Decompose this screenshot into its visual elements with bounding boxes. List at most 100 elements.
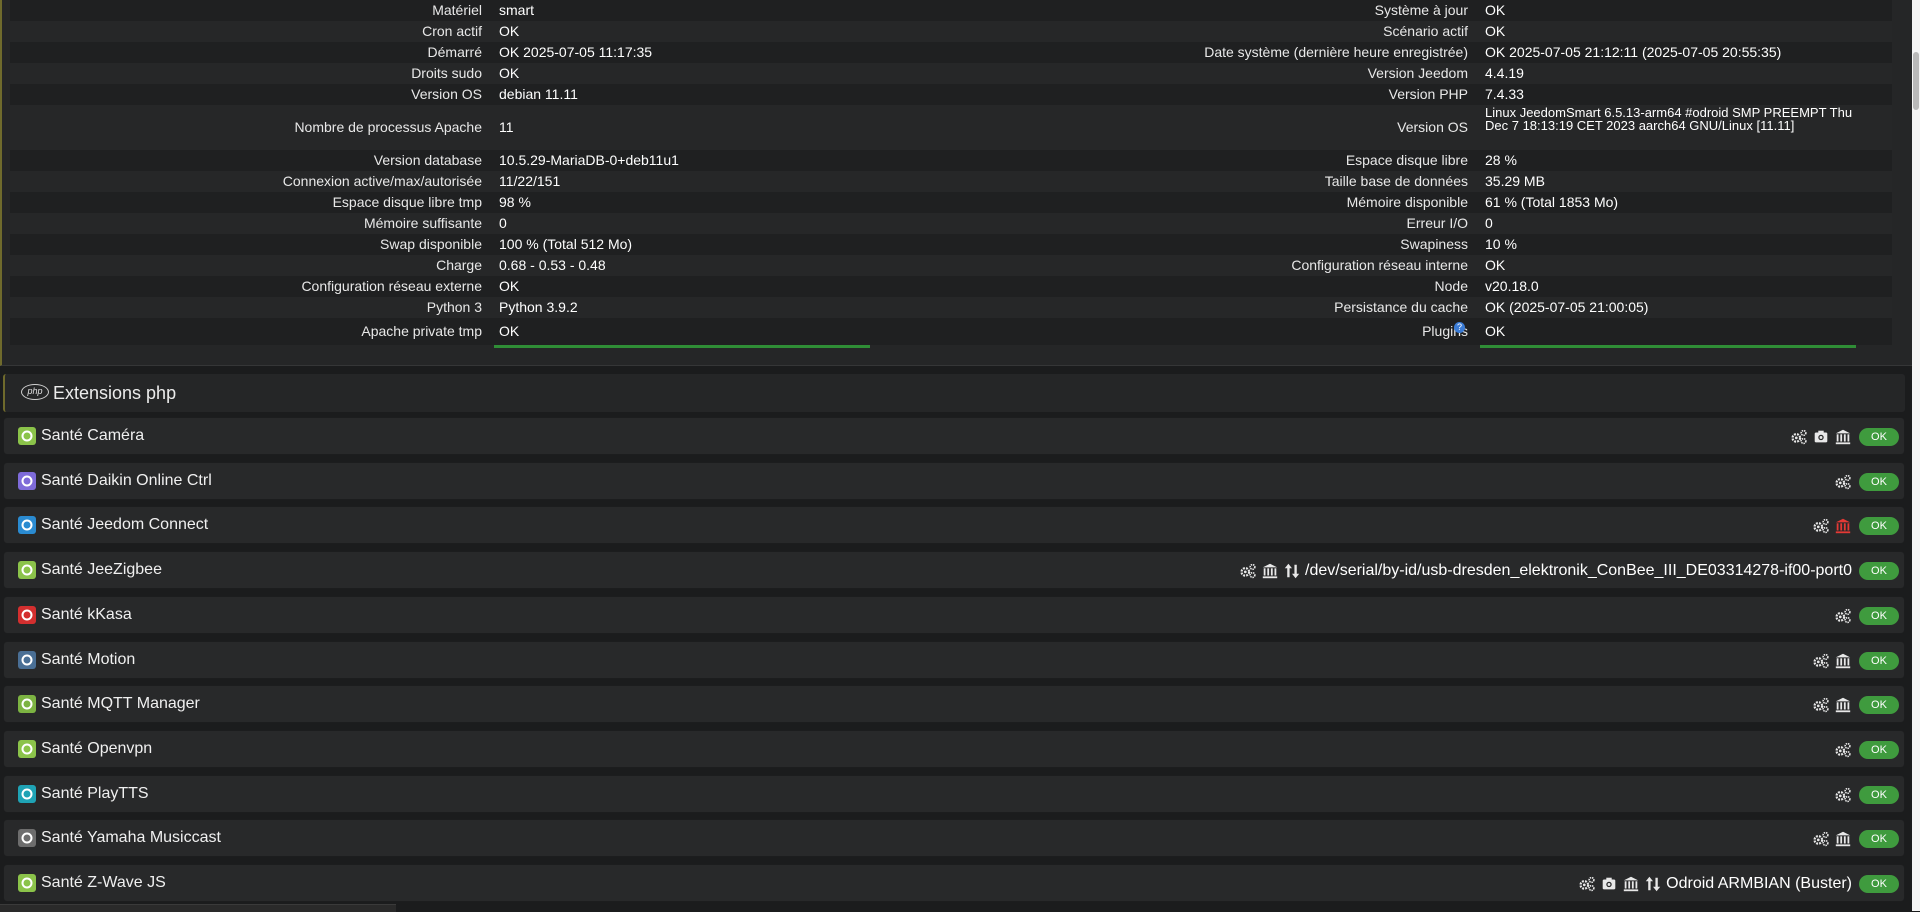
right-row-label: Plugins	[1422, 323, 1468, 339]
right-row-value: OK (2025-07-05 21:00:05)	[1485, 299, 1649, 315]
cogs-icon[interactable]	[1578, 875, 1596, 893]
right-row-label: Persistance du cache	[1334, 299, 1468, 315]
plugin-icon	[18, 785, 36, 803]
status-badge: OK	[1859, 607, 1899, 625]
plugin-icon	[18, 695, 36, 713]
plugin-health-row[interactable]: Santé JeeZigbee/dev/serial/by-id/usb-dre…	[3, 551, 1905, 589]
cogs-icon[interactable]	[1812, 696, 1830, 714]
bank-icon[interactable]	[1834, 652, 1852, 670]
bank-icon[interactable]	[1261, 562, 1279, 580]
plugin-actions	[1834, 784, 1852, 806]
plugin-name: Santé Yamaha Musiccast	[41, 829, 221, 846]
cogs-icon[interactable]	[1812, 830, 1830, 848]
plugin-icon	[18, 651, 36, 669]
right-row-label: Espace disque libre	[1345, 152, 1468, 168]
plugin-actions	[1812, 694, 1852, 716]
scrollbar-thumb[interactable]	[1913, 52, 1919, 110]
bank-icon[interactable]	[1834, 428, 1852, 446]
plugin-health-row[interactable]: Santé MQTT Manager OK	[3, 685, 1905, 723]
plugin-icon	[18, 606, 36, 624]
plugin-name: Santé MQTT Manager	[41, 695, 200, 712]
plugin-icon	[18, 874, 36, 892]
plugin-health-row[interactable]: Santé Jeedom Connect OK	[3, 506, 1905, 544]
cogs-icon[interactable]	[1790, 428, 1808, 446]
cogs-icon[interactable]	[1812, 652, 1830, 670]
plugin-actions	[1790, 426, 1852, 448]
plugin-actions	[1834, 471, 1852, 493]
status-badge: OK	[1859, 428, 1899, 446]
plugin-name: Santé Z-Wave JS	[41, 874, 166, 891]
cogs-icon[interactable]	[1834, 786, 1852, 804]
status-badge: OK	[1859, 517, 1899, 535]
right-row-value: 0	[1485, 215, 1493, 231]
plugin-health-row[interactable]: Santé Openvpn OK	[3, 730, 1905, 768]
bank-icon[interactable]	[1834, 696, 1852, 714]
extensions-php-panel[interactable]: php Extensions php	[3, 374, 1905, 412]
plugin-health-row[interactable]: Santé Daikin Online Ctrl OK	[3, 462, 1905, 500]
status-badge: OK	[1859, 786, 1899, 804]
plugin-icon	[18, 829, 36, 847]
health-table-panel: Matériel smart Cron actif OK Démarré OK 2025-…	[0, 0, 1912, 366]
right-row-label: Version OS	[1397, 119, 1468, 135]
plugin-actions	[1812, 650, 1852, 672]
cogs-icon[interactable]	[1239, 562, 1257, 580]
right-row-value: OK 2025-07-05 21:12:11 (2025-07-05 20:55…	[1485, 44, 1782, 60]
scrollbar-track[interactable]	[1912, 0, 1920, 911]
right-row-label: Configuration réseau interne	[1291, 257, 1468, 273]
extensions-php-title: Extensions php	[53, 383, 177, 403]
php-logo-icon: php	[21, 384, 49, 400]
cogs-icon[interactable]	[1834, 741, 1852, 759]
right-row-value: 4.4.19	[1485, 65, 1524, 81]
right-row-label: Version PHP	[1388, 86, 1468, 102]
plugin-actions	[1812, 828, 1852, 850]
right-row-label: Erreur I/O	[1406, 215, 1468, 231]
plugin-name: Santé Daikin Online Ctrl	[41, 472, 212, 489]
right-row-value: OK	[1485, 323, 1506, 339]
right-row-label: Swapiness	[1400, 236, 1468, 252]
status-badge: OK	[1859, 473, 1899, 491]
cogs-icon[interactable]	[1834, 607, 1852, 625]
plugin-icon	[18, 427, 36, 445]
right-row-value: OK	[1485, 2, 1506, 18]
plugin-actions	[1834, 739, 1852, 761]
camera-icon[interactable]	[1812, 428, 1830, 446]
plugin-icon	[18, 516, 36, 534]
status-badge: OK	[1859, 696, 1899, 714]
status-badge: OK	[1859, 562, 1899, 580]
bank-icon[interactable]	[1622, 875, 1640, 893]
plugin-health-row[interactable]: Santé kKasa OK	[3, 596, 1905, 634]
plugin-name: Santé Caméra	[41, 427, 145, 444]
right-row-label: Taille base de données	[1324, 173, 1468, 189]
plugin-actions: Odroid ARMBIAN (Buster)	[1578, 873, 1852, 895]
bank-icon[interactable]	[1834, 830, 1852, 848]
arrows-icon[interactable]	[1283, 562, 1301, 580]
right-row-label: Version Jeedom	[1367, 65, 1468, 81]
right-row-value: 61 % (Total 1853 Mo)	[1485, 194, 1619, 210]
plugin-name: Santé PlayTTS	[41, 785, 149, 802]
plugin-port: /dev/serial/by-id/usb-dresden_elektronik…	[1305, 562, 1852, 579]
plugin-name: Santé Openvpn	[41, 740, 153, 757]
plugin-health-row[interactable]: Santé PlayTTS OK	[3, 775, 1905, 813]
plugin-icon	[18, 561, 36, 579]
plugin-health-row[interactable]: Santé Z-Wave JS Odroid ARMBIAN (Buster) OK	[3, 864, 1905, 902]
plugin-health-row[interactable]: Santé Caméra OK	[3, 417, 1905, 455]
plugins-help-icon[interactable]: ?	[1454, 322, 1465, 333]
plugin-health-row[interactable]: Santé Yamaha Musiccast OK	[3, 819, 1905, 857]
plugin-icon	[18, 472, 36, 490]
plugin-name: Santé Jeedom Connect	[41, 516, 209, 533]
plugin-actions	[1834, 605, 1852, 627]
plugin-name: Santé kKasa	[41, 606, 132, 623]
arrows-icon[interactable]	[1644, 875, 1662, 893]
cogs-icon[interactable]	[1812, 517, 1830, 535]
plugin-health-row[interactable]: Santé Motion OK	[3, 641, 1905, 679]
camera-icon[interactable]	[1600, 875, 1618, 893]
plugin-actions: /dev/serial/by-id/usb-dresden_elektronik…	[1239, 560, 1852, 582]
plugin-name: Santé JeeZigbee	[41, 561, 162, 578]
bank-red-icon[interactable]	[1834, 517, 1852, 535]
right-row-label: Scénario actif	[1383, 23, 1468, 39]
cogs-icon[interactable]	[1834, 473, 1852, 491]
right-row-value: 35.29 MB	[1485, 173, 1545, 189]
right-row-value: Linux JeedomSmart 6.5.13-arm64 #odroid S…	[1485, 105, 1853, 133]
right-row-label: Système à jour	[1374, 2, 1468, 18]
plugin-icon	[18, 740, 36, 758]
